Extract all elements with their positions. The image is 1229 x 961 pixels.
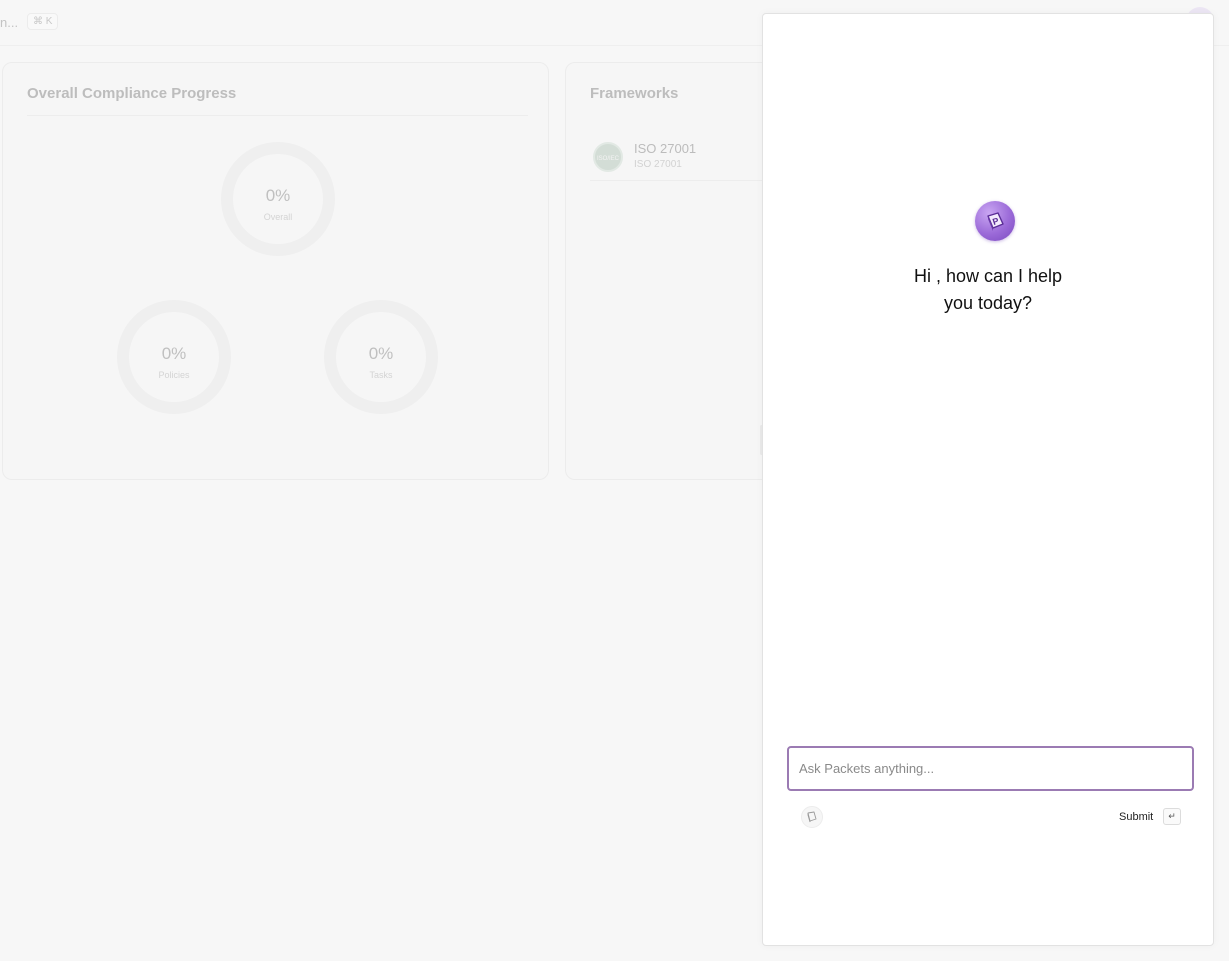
donut-overall: 0% Overall [221, 142, 335, 256]
donut-label: Policies [158, 370, 190, 380]
greeting: Hi , how can I help you today? [763, 263, 1213, 317]
compliance-progress-card: Overall Compliance Progress 0% Overall 0… [2, 62, 549, 480]
greeting-line-2: you today? [943, 293, 1033, 313]
donut-label: Tasks [369, 370, 393, 380]
packets-logo-icon: P [975, 201, 1015, 241]
card-title: Frameworks [590, 85, 679, 102]
search-shortcut-hint: ⌘ K [27, 13, 59, 30]
framework-name: ISO 27001 [634, 141, 697, 156]
donut-policies: 0% Policies [117, 300, 231, 414]
book-icon[interactable] [801, 806, 823, 828]
chat-input[interactable] [787, 746, 1194, 791]
donut-value: 0% [265, 186, 291, 205]
card-title: Overall Compliance Progress [27, 85, 237, 102]
donut-value: 0% [368, 344, 394, 363]
chat-panel: P Hi , how can I help you today? Submit … [762, 13, 1214, 946]
submit-button[interactable]: Submit [1119, 811, 1153, 823]
divider [27, 115, 528, 116]
search-trigger[interactable]: n... [0, 15, 18, 30]
donut-tasks: 0% Tasks [324, 300, 438, 414]
iso-badge-icon: ISO/IEC [593, 142, 623, 172]
donut-label: Overall [263, 212, 293, 222]
enter-key-icon: ↵ [1163, 808, 1181, 825]
framework-item[interactable]: ISO/IEC ISO 27001 ISO 27001 [590, 133, 790, 181]
donut-value: 0% [161, 344, 187, 363]
greeting-line-1: Hi , how can I help [913, 266, 1063, 286]
framework-subtitle: ISO 27001 [634, 159, 682, 170]
